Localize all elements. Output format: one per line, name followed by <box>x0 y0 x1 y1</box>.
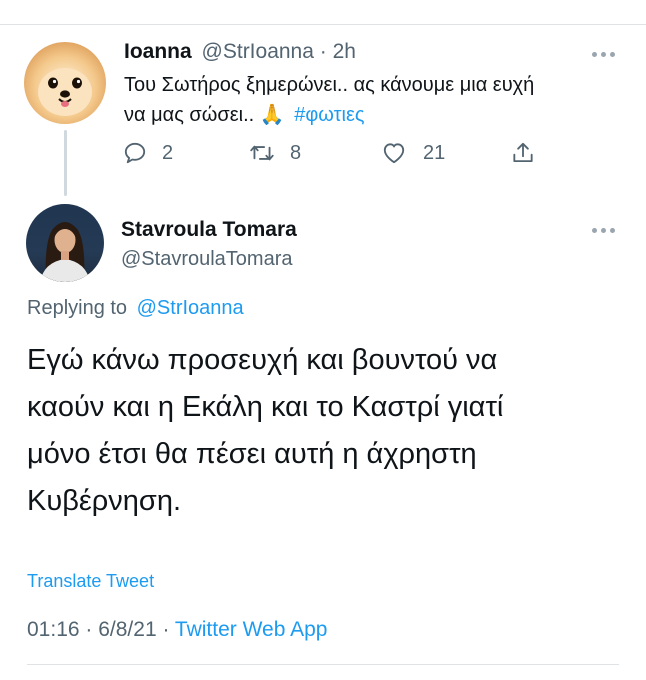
pomeranian-dog-image <box>38 68 92 116</box>
tweet-source-link[interactable]: Twitter Web App <box>175 618 328 641</box>
original-text-line1: Του Σωτήρος ξημερώνει.. ας κάνουμε μια ε… <box>124 74 535 96</box>
tweet-meta: 01:16 · 6/8/21 · Twitter Web App <box>27 618 327 642</box>
reply-icon <box>124 142 146 164</box>
meta-separator-1: · <box>85 618 99 641</box>
share-icon <box>513 142 533 163</box>
reply-button[interactable]: 2 <box>122 140 173 166</box>
reply-text-line: μόνο έτσι θα πέσει αυτή η άχρηστη <box>27 438 477 470</box>
original-avatar[interactable] <box>24 42 106 124</box>
dot-separator: · <box>319 40 327 63</box>
reply-display-name[interactable]: Stavroula Tomara <box>121 218 297 242</box>
thread-connector-line <box>64 130 67 196</box>
tweet-time[interactable]: 01:16 <box>27 618 80 641</box>
like-count: 21 <box>423 141 446 164</box>
replying-to-handle[interactable]: @StrIoanna <box>137 297 244 319</box>
original-handle[interactable]: @StrIoanna <box>202 40 314 63</box>
retweet-count: 8 <box>290 141 302 164</box>
original-display-name[interactable]: Ioanna <box>124 40 192 63</box>
replying-to-label: Replying to <box>27 297 128 319</box>
original-more-icon[interactable] <box>592 52 615 57</box>
original-tweet-text: Του Σωτήρος ξημερώνει.. ας κάνουμε μια ε… <box>124 70 534 130</box>
share-button[interactable] <box>510 140 536 166</box>
profile-photo-image <box>40 222 90 282</box>
reply-avatar[interactable] <box>26 204 104 282</box>
retweet-icon <box>250 145 274 161</box>
original-time-ago[interactable]: 2h <box>333 40 356 63</box>
like-icon <box>383 143 405 164</box>
reply-tweet-text: Εγώ κάνω προσευχή και βουντού να καούν κ… <box>27 337 503 525</box>
reply-count: 2 <box>162 141 174 164</box>
original-header: Ioanna @StrIoanna · 2h <box>124 40 356 64</box>
original-text-line2: να μας σώσει.. <box>124 104 260 126</box>
top-divider <box>0 24 646 25</box>
folded-hands-emoji: 🙏 <box>259 104 285 126</box>
tweet-date[interactable]: 6/8/21 <box>98 618 156 641</box>
reply-more-icon[interactable] <box>592 228 615 233</box>
translate-tweet-link[interactable]: Translate Tweet <box>27 571 154 592</box>
hashtag-link[interactable]: #φωτιες <box>294 104 364 126</box>
reply-text-line: Κυβέρνηση. <box>27 485 182 517</box>
bottom-divider <box>27 664 619 665</box>
reply-text-line: καούν και η Εκάλη και το Καστρί γιατί <box>27 391 504 423</box>
retweet-button[interactable]: 8 <box>248 140 301 166</box>
reply-text-line: Εγώ κάνω προσευχή και βουντού να <box>27 344 498 376</box>
reply-handle[interactable]: @StavroulaTomara <box>121 248 292 271</box>
like-button[interactable]: 21 <box>381 140 445 166</box>
meta-separator-2: · <box>162 618 175 641</box>
replying-to-line: Replying to @StrIoanna <box>27 297 244 320</box>
